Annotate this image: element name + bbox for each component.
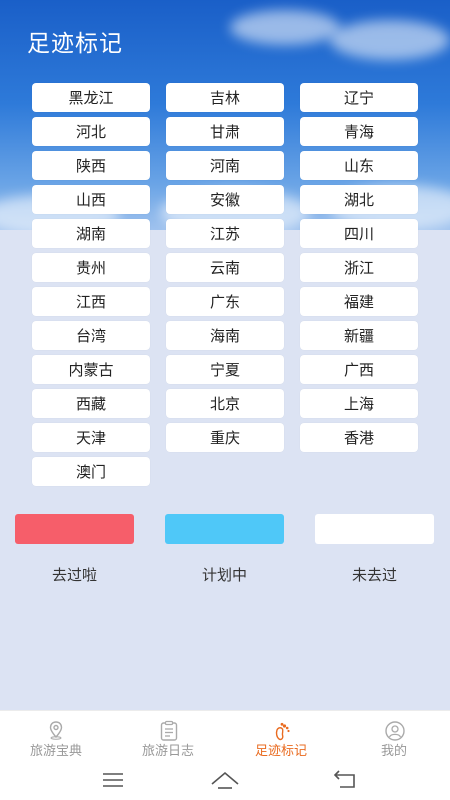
clipboard-icon: [160, 720, 178, 741]
legend-label-visited: 去过啦: [51, 566, 97, 584]
province-button[interactable]: 天津: [32, 423, 150, 452]
province-button[interactable]: 云南: [166, 253, 284, 282]
home-icon[interactable]: [210, 770, 240, 790]
menu-icon[interactable]: [102, 770, 124, 790]
tab-label: 旅游日志: [141, 744, 194, 759]
province-button[interactable]: 海南: [166, 321, 284, 350]
system-navigation-bar: [0, 760, 450, 800]
province-button[interactable]: 贵州: [32, 253, 150, 282]
province-button[interactable]: 新疆: [300, 321, 418, 350]
legend: 去过啦 计划中 未去过: [0, 514, 450, 614]
province-button[interactable]: 山西: [32, 185, 150, 214]
legend-label-not-visited: 未去过: [351, 566, 397, 584]
province-button[interactable]: 辽宁: [300, 83, 418, 112]
legend-label-planned: 计划中: [201, 566, 247, 584]
province-button[interactable]: 北京: [166, 389, 284, 418]
province-button[interactable]: 安徽: [166, 185, 284, 214]
province-button[interactable]: 湖南: [32, 219, 150, 248]
province-button[interactable]: 陕西: [32, 151, 150, 180]
province-button[interactable]: 四川: [300, 219, 418, 248]
province-button[interactable]: 山东: [300, 151, 418, 180]
province-button[interactable]: 香港: [300, 423, 418, 452]
province-button[interactable]: 福建: [300, 287, 418, 316]
province-button[interactable]: 湖北: [300, 185, 418, 214]
province-button[interactable]: 上海: [300, 389, 418, 418]
province-button[interactable]: 宁夏: [166, 355, 284, 384]
legend-swatch-visited: [15, 514, 134, 544]
tab-footprint-marker[interactable]: 足迹标记: [225, 711, 337, 761]
province-button[interactable]: 河北: [32, 117, 150, 146]
province-button[interactable]: 黑龙江: [32, 83, 150, 112]
tab-mine[interactable]: 我的: [338, 711, 450, 761]
footprint-icon: [275, 722, 290, 741]
tab-label: 足迹标记: [254, 744, 307, 759]
back-icon[interactable]: [333, 770, 357, 790]
tab-travel-log[interactable]: 旅游日志: [112, 711, 224, 761]
legend-swatch-not-visited: [315, 514, 434, 544]
province-button[interactable]: 重庆: [166, 423, 284, 452]
province-button[interactable]: 河南: [166, 151, 284, 180]
legend-swatch-planned: [165, 514, 284, 544]
tab-label: 旅游宝典: [29, 744, 82, 759]
province-button[interactable]: 广东: [166, 287, 284, 316]
province-button[interactable]: 青海: [300, 117, 418, 146]
province-button[interactable]: 台湾: [32, 321, 150, 350]
province-button[interactable]: 广西: [300, 355, 418, 384]
tab-travel-guide[interactable]: 旅游宝典: [0, 711, 112, 761]
province-button[interactable]: 吉林: [166, 83, 284, 112]
province-button[interactable]: 甘肃: [166, 117, 284, 146]
page-title: 足迹标记: [27, 31, 123, 57]
province-button[interactable]: 江西: [32, 287, 150, 316]
tab-label: 我的: [380, 744, 407, 759]
province-grid: 黑龙江 吉林 辽宁 河北 甘肃 青海 陕西 河南 山东 山西 安徽 湖北 湖南 江苏 四川 贵州 云南 浙江 江西广…: [32, 83, 418, 486]
province-button[interactable]: 浙江: [300, 253, 418, 282]
bottom-tab-bar: 旅游宝典 旅游日志 足迹标记 我的: [0, 710, 450, 761]
user-icon: [385, 721, 405, 741]
province-button[interactable]: 澳门: [32, 457, 150, 486]
province-button[interactable]: 内蒙古: [32, 355, 150, 384]
province-button[interactable]: 西藏: [32, 389, 150, 418]
province-button[interactable]: 江苏: [166, 219, 284, 248]
location-pin-icon: [49, 721, 63, 740]
